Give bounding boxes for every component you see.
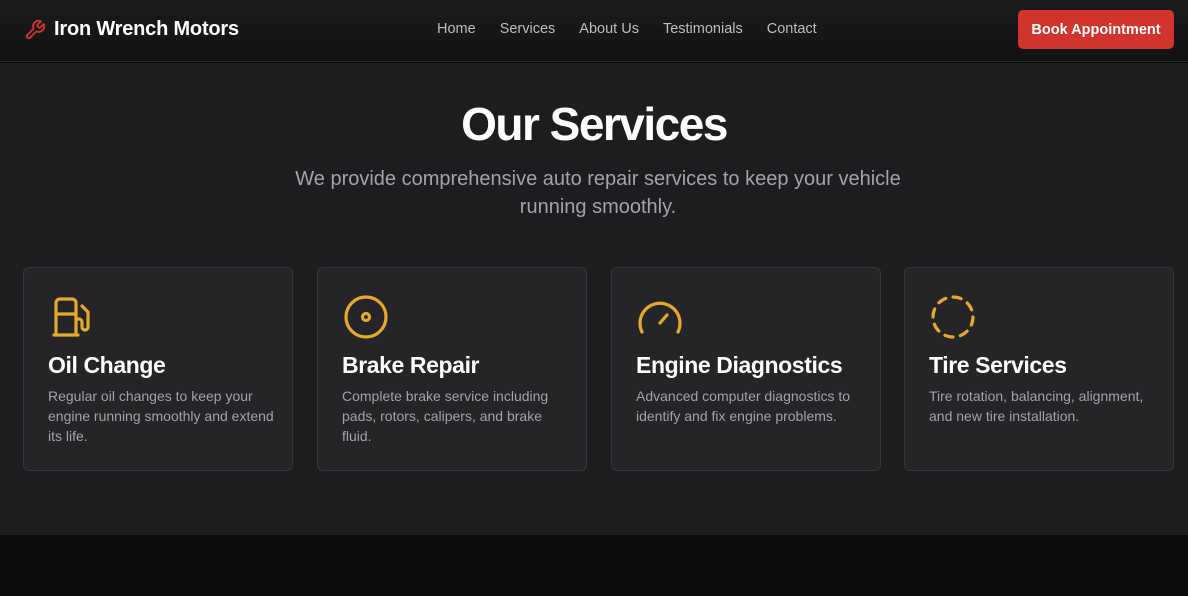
service-card-brake-repair[interactable]: Brake Repair Complete brake service incl… [317, 267, 587, 471]
brand-logo[interactable]: Iron Wrench Motors [24, 18, 239, 41]
card-title: Brake Repair [342, 352, 480, 378]
card-title: Engine Diagnostics [636, 352, 843, 378]
card-description: Tire rotation, balancing, alignment, and… [929, 388, 1144, 424]
card-title: Tire Services [929, 352, 1067, 378]
disc-icon [344, 295, 388, 339]
nav-link-about-us[interactable]: About Us [579, 21, 639, 37]
section-subtitle: We provide comprehensive auto repair ser… [295, 168, 901, 218]
gauge-icon [638, 301, 682, 334]
book-appointment-button[interactable]: Book Appointment [1018, 10, 1174, 49]
nav-link-testimonials[interactable]: Testimonials [663, 21, 743, 37]
nav-link-contact[interactable]: Contact [767, 21, 817, 37]
services-section: Our Services We provide comprehensive au… [0, 63, 1188, 535]
nav-link-services[interactable]: Services [500, 21, 556, 37]
nav-links: Home Services About Us Testimonials Cont… [437, 21, 841, 37]
service-card-tire-services[interactable]: Tire Services Tire rotation, balancing, … [904, 267, 1174, 471]
section-title: Our Services [461, 98, 728, 150]
fuel-pump-icon [52, 297, 90, 337]
card-description: Complete brake service including pads, r… [342, 388, 549, 444]
card-description: Regular oil changes to keep your engine … [48, 388, 274, 444]
service-card-oil-change[interactable]: Oil Change Regular oil changes to keep y… [23, 267, 293, 471]
navbar: Iron Wrench Motors Home Services About U… [0, 0, 1188, 62]
card-description: Advanced computer diagnostics to identif… [636, 388, 851, 424]
dashed-circle-icon [931, 295, 975, 339]
card-title: Oil Change [48, 352, 166, 378]
service-card-engine-diagnostics[interactable]: Engine Diagnostics Advanced computer dia… [611, 267, 881, 471]
brand-name: Iron Wrench Motors [54, 18, 239, 40]
nav-link-home[interactable]: Home [437, 21, 476, 37]
wrench-icon [25, 19, 46, 39]
